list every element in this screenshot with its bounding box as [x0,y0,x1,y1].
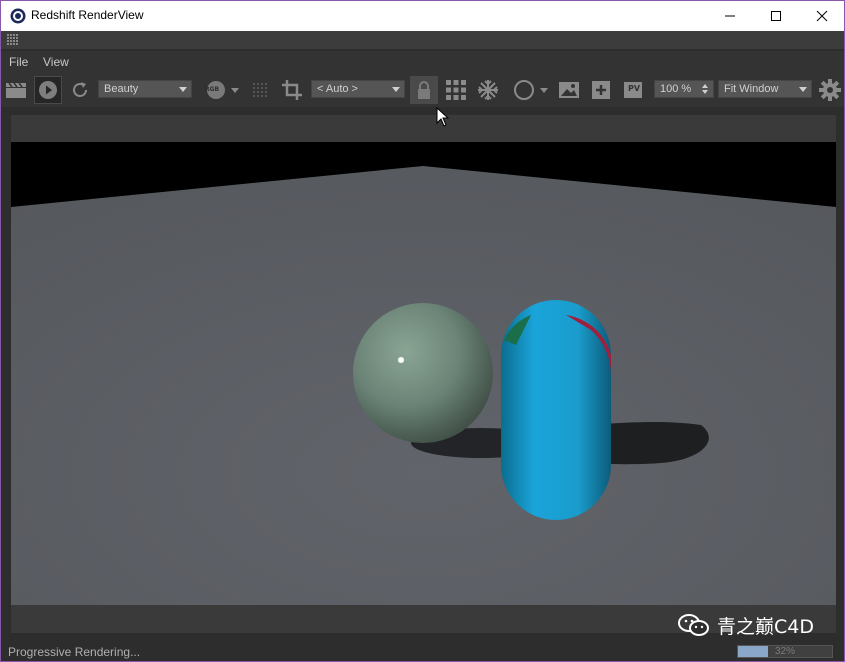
gear-icon [819,79,841,101]
add-snapshot-icon [592,81,610,99]
render-button[interactable] [4,76,28,104]
close-icon [816,10,828,22]
menu-view[interactable]: View [43,55,69,69]
settings-button[interactable] [818,76,842,104]
chevron-down-icon [392,87,400,92]
pv-label: PV [628,84,641,93]
freeze-button[interactable] [475,76,501,104]
status-bar: Progressive Rendering... [1,641,844,661]
add-snapshot-button[interactable] [589,76,613,104]
image-icon [559,82,579,98]
zoom-value: 100 % [660,83,692,95]
refresh-button[interactable] [68,76,92,104]
clapperboard-icon [6,82,26,98]
watermark-text: 青之巅C4D [717,615,814,638]
menu-file[interactable]: File [9,55,28,69]
grid-icon [446,80,466,100]
channel-button[interactable]: RGB [201,76,243,104]
refresh-icon [73,82,87,97]
chevron-down-icon [799,87,807,92]
status-text: Progressive Rendering... [8,645,141,659]
chevron-down-icon [179,87,187,92]
title-bar[interactable]: Redshift RenderView [1,1,844,31]
image-button[interactable] [557,76,581,104]
snowflake-icon [478,80,498,100]
bucket-toggle[interactable] [249,76,271,104]
region-select-value: < Auto > [317,83,358,95]
minimize-icon [725,15,735,17]
cinema4d-app-icon [10,8,26,24]
shading-button[interactable] [509,76,553,104]
panel-grip[interactable] [1,31,844,49]
play-icon [39,81,57,99]
grid-dots-icon [253,83,267,97]
aov-select-value: Beauty [104,83,139,95]
wechat-icon [678,614,709,636]
watermark: 青之巅C4D [677,611,814,639]
circle-icon [514,80,534,100]
render-image [11,115,836,605]
menu-bar: File View [1,51,844,73]
chevron-down-icon [540,88,548,93]
region-select[interactable]: < Auto > [311,80,405,98]
mouse-cursor-icon [436,107,450,127]
progress-label: 32% [774,646,795,657]
minimize-button[interactable] [707,1,753,31]
lock-button[interactable] [410,76,438,104]
ipr-play-button[interactable] [34,76,62,104]
fit-select-value: Fit Window [724,83,779,95]
lock-icon [418,81,430,99]
zoom-input[interactable]: 100 % [654,80,714,98]
renderview-window: Redshift RenderView File View Beauty RGB… [0,0,845,662]
stepper-arrows-icon[interactable] [701,83,709,95]
maximize-icon [771,11,781,21]
chevron-down-icon [231,88,239,93]
pv-button[interactable]: PV [621,76,645,104]
toolbar: Beauty RGB < Auto > PV 100 % Fit Window [1,73,844,107]
grid-button[interactable] [443,76,469,104]
render-viewport[interactable] [11,115,836,605]
maximize-button[interactable] [753,1,799,31]
fit-select[interactable]: Fit Window [718,80,812,98]
rgb-label: RGB [205,86,220,93]
grip-dots-icon [7,34,18,45]
crop-button[interactable] [279,76,305,104]
window-title: Redshift RenderView [31,8,144,22]
close-button[interactable] [799,1,844,31]
crop-icon [282,80,302,100]
aov-select[interactable]: Beauty [98,80,192,98]
render-progress-bar: 32% [737,645,833,658]
